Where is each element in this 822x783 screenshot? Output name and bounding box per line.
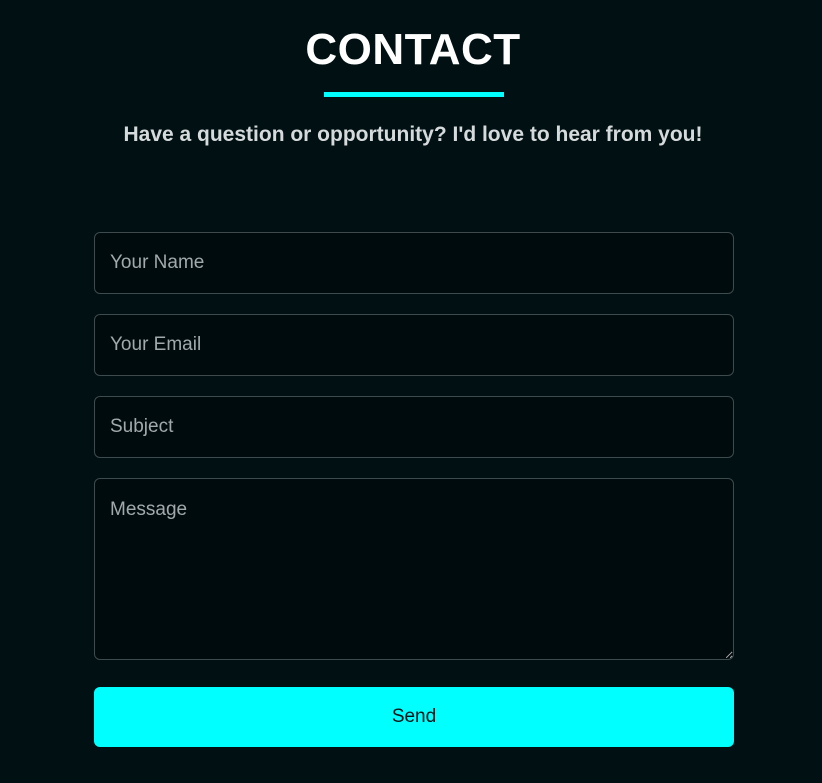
contact-form: Send [94,232,734,747]
title-underline [324,92,504,97]
name-input[interactable] [94,232,734,294]
page-title: CONTACT [305,25,521,74]
message-textarea[interactable] [94,478,734,660]
email-input[interactable] [94,314,734,376]
page-subtitle: Have a question or opportunity? I'd love… [123,123,703,146]
send-button[interactable]: Send [94,687,734,747]
subject-input[interactable] [94,396,734,458]
